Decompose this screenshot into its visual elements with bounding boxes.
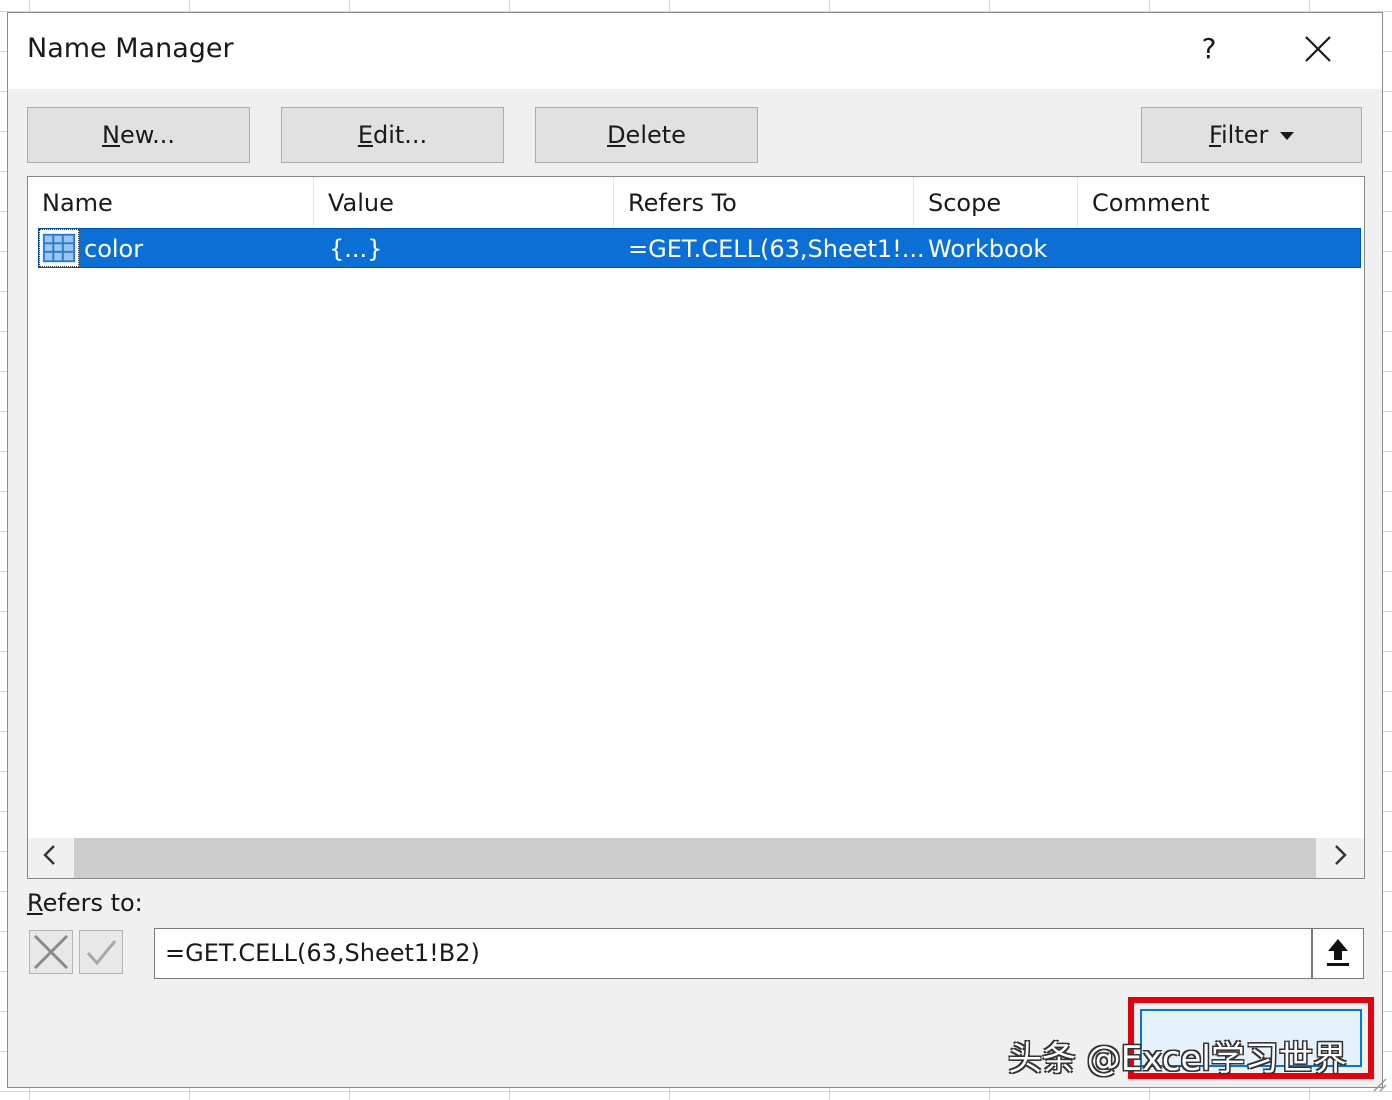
upload-arrow-icon xyxy=(1327,939,1349,966)
cross-icon xyxy=(33,934,69,970)
help-button[interactable]: ? xyxy=(1194,29,1224,69)
confirm-edit-button[interactable] xyxy=(79,930,123,974)
name-manager-dialog: Name Manager ? New... Edit... Delete Fil… xyxy=(7,12,1387,1092)
new-button[interactable]: New... xyxy=(27,107,250,163)
close-icon[interactable] xyxy=(1302,33,1334,65)
horizontal-scrollbar[interactable] xyxy=(28,838,1364,878)
column-header-comment[interactable]: Comment xyxy=(1078,177,1364,227)
table-row[interactable]: color {...} =GET.CELL(63,Sheet1!... Work… xyxy=(38,228,1361,268)
watermark-text: 头条 @Excel学习世界 xyxy=(1008,1039,1347,1079)
refers-to-label: Refers to: xyxy=(27,889,143,917)
cell-value: {...} xyxy=(329,235,383,263)
check-icon xyxy=(86,940,117,966)
scroll-right-icon[interactable] xyxy=(1320,838,1360,878)
names-list[interactable]: Name Value Refers To Scope Comment color… xyxy=(27,176,1365,879)
cell-scope: Workbook xyxy=(928,235,1048,263)
delete-button[interactable]: Delete xyxy=(535,107,758,163)
column-header-name[interactable]: Name xyxy=(28,177,314,227)
title-bar: Name Manager ? xyxy=(8,13,1382,89)
named-range-icon xyxy=(39,229,79,267)
cell-refers-to: =GET.CELL(63,Sheet1!... xyxy=(628,235,925,263)
dialog-title: Name Manager xyxy=(27,33,234,64)
filter-button[interactable]: Filter xyxy=(1141,107,1362,163)
scroll-thumb[interactable] xyxy=(74,838,1316,878)
scroll-left-icon[interactable] xyxy=(30,838,70,878)
cancel-edit-button[interactable] xyxy=(29,930,73,974)
column-header-refers-to[interactable]: Refers To xyxy=(614,177,914,227)
resize-grip-icon[interactable] xyxy=(1370,1075,1388,1093)
cell-name: color xyxy=(84,235,144,263)
column-header-value[interactable]: Value xyxy=(314,177,614,227)
dropdown-arrow-icon xyxy=(1280,132,1295,140)
refers-to-input[interactable]: =GET.CELL(63,Sheet1!B2) xyxy=(154,928,1312,979)
column-header-scope[interactable]: Scope xyxy=(914,177,1078,227)
collapse-dialog-button[interactable] xyxy=(1312,928,1364,979)
edit-button[interactable]: Edit... xyxy=(281,107,504,163)
